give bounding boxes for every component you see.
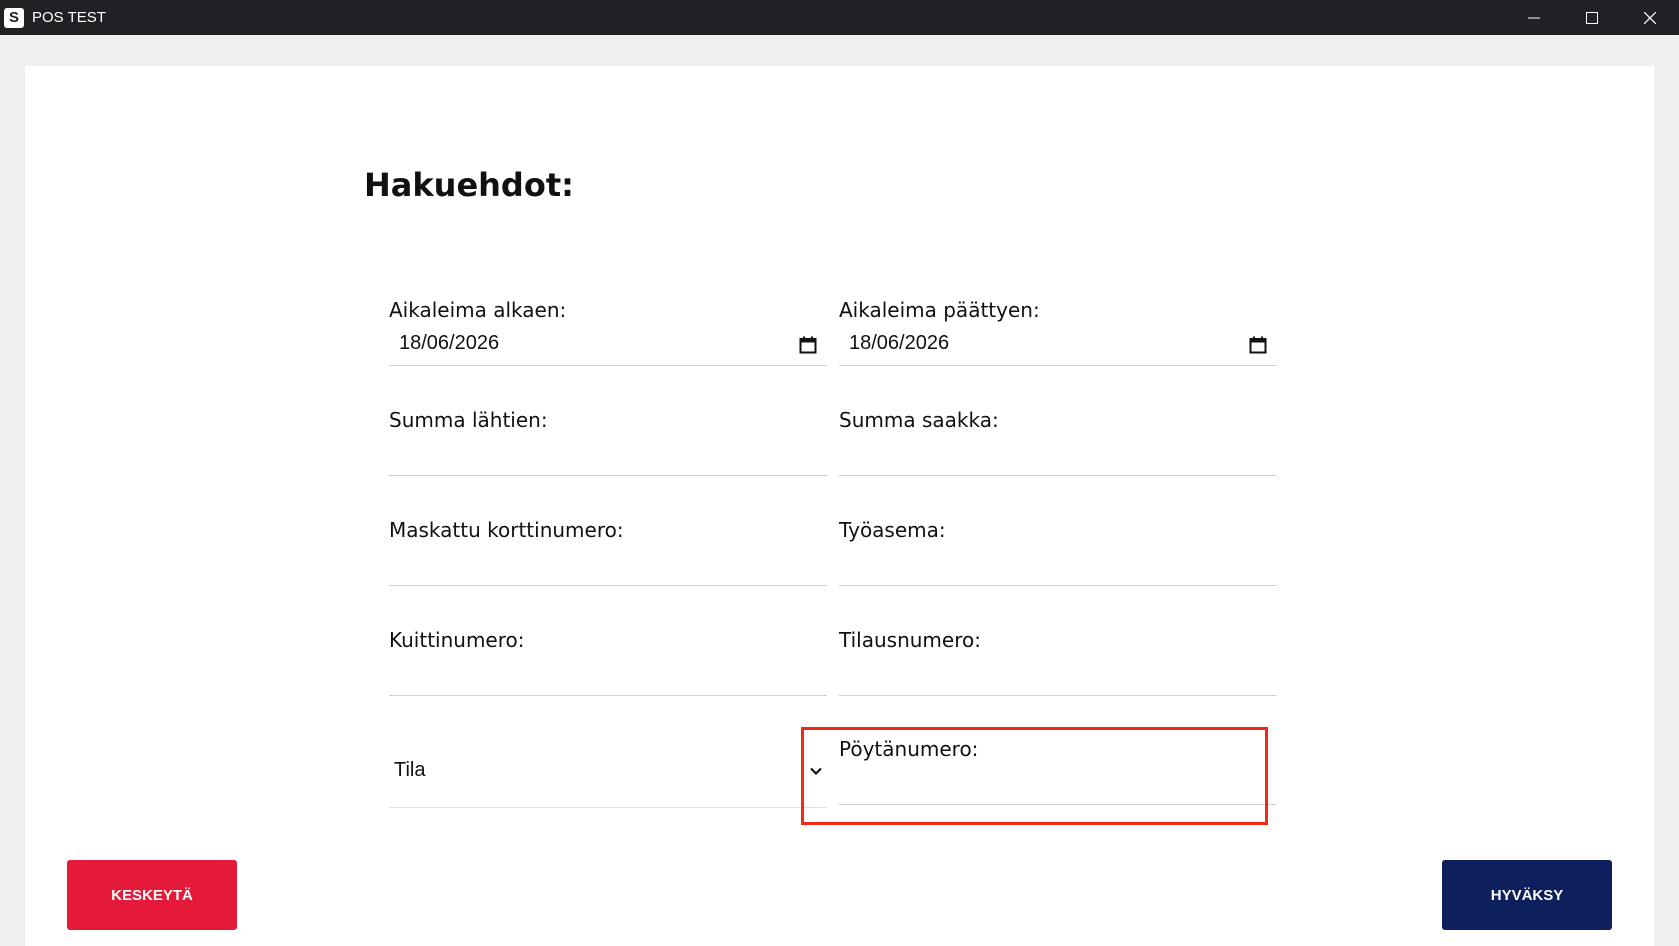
aikaleima-alkaen-label: Aikaleima alkaen:	[389, 298, 567, 322]
accept-button[interactable]: HYVÄKSY	[1442, 860, 1612, 930]
maskattu-korttinumero-field: Maskattu korttinumero:	[389, 518, 827, 590]
tila-select-value: Tila	[394, 759, 426, 781]
aikaleima-paattyen-value: 18/06/2026	[849, 332, 950, 354]
aikaleima-paattyen-field: Aikaleima päättyen: 18/06/2026	[839, 298, 1277, 370]
minimize-button[interactable]	[1505, 0, 1563, 35]
tyoasema-label: Työasema:	[839, 518, 946, 542]
aikaleima-alkaen-value: 18/06/2026	[399, 332, 500, 354]
summa-lahtien-label: Summa lähtien:	[389, 408, 548, 432]
minimize-icon	[1528, 17, 1540, 18]
maximize-icon	[1586, 11, 1598, 24]
tyoasema-input[interactable]	[839, 546, 1277, 586]
cancel-button[interactable]: KESKEYTÄ	[67, 860, 237, 930]
window-controls	[1505, 0, 1679, 35]
form-title: Hakuehdot:	[364, 166, 574, 204]
calendar-icon[interactable]	[1249, 336, 1267, 354]
kuittinumero-field: Kuittinumero:	[389, 628, 827, 700]
tila-select[interactable]: Tila	[389, 752, 827, 808]
aikaleima-alkaen-input[interactable]: 18/06/2026	[389, 326, 827, 366]
kuittinumero-label: Kuittinumero:	[389, 628, 525, 652]
maskattu-korttinumero-input[interactable]	[389, 546, 827, 586]
aikaleima-paattyen-label: Aikaleima päättyen:	[839, 298, 1040, 322]
maskattu-korttinumero-label: Maskattu korttinumero:	[389, 518, 624, 542]
tilausnumero-label: Tilausnumero:	[839, 628, 981, 652]
aikaleima-alkaen-field: Aikaleima alkaen: 18/06/2026	[389, 298, 827, 370]
summa-saakka-input[interactable]	[839, 436, 1277, 476]
summa-saakka-label: Summa saakka:	[839, 408, 999, 432]
summa-saakka-field: Summa saakka:	[839, 408, 1277, 480]
tilausnumero-input[interactable]	[839, 656, 1277, 696]
close-button[interactable]	[1621, 0, 1679, 35]
calendar-icon[interactable]	[799, 336, 817, 354]
app-logo-icon: S	[4, 7, 24, 28]
maximize-button[interactable]	[1563, 0, 1621, 35]
summa-lahtien-field: Summa lähtien:	[389, 408, 827, 480]
tyoasema-field: Työasema:	[839, 518, 1277, 590]
app-logo-letter: S	[8, 9, 19, 26]
tilausnumero-field: Tilausnumero:	[839, 628, 1277, 700]
window-title: POS TEST	[32, 9, 106, 26]
window-titlebar: S POS TEST	[0, 0, 1679, 35]
kuittinumero-input[interactable]	[389, 656, 827, 696]
summa-lahtien-input[interactable]	[389, 436, 827, 476]
highlight-box	[801, 727, 1268, 825]
aikaleima-paattyen-input[interactable]: 18/06/2026	[839, 326, 1277, 366]
close-icon	[1644, 11, 1656, 24]
